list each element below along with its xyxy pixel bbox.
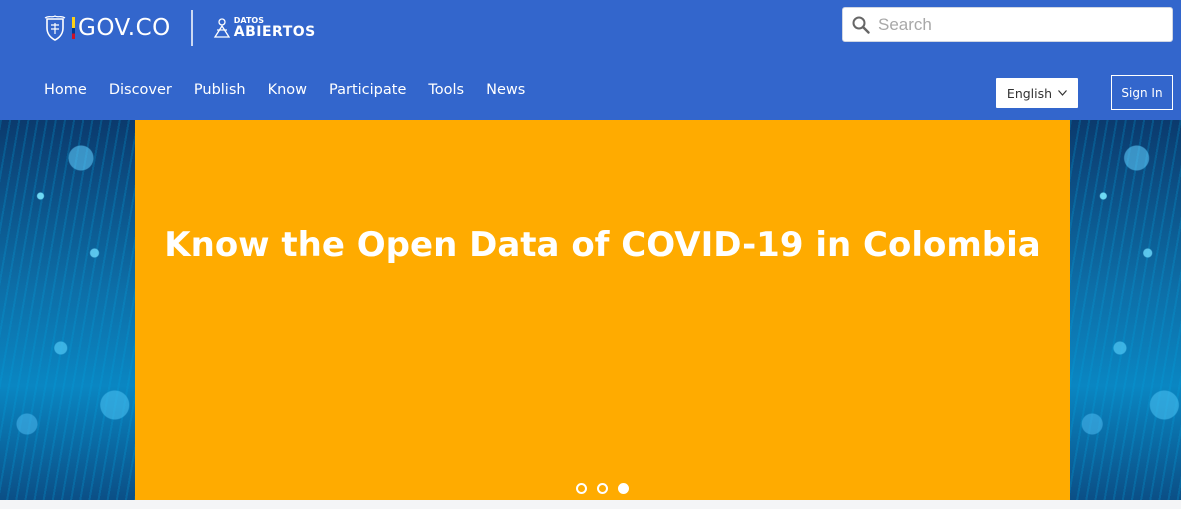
hero-background-left — [0, 120, 135, 500]
hero-slide[interactable]: Know the Open Data of COVID-19 in Colomb… — [135, 120, 1070, 500]
nav-item-know[interactable]: Know — [268, 82, 307, 98]
sign-in-button[interactable]: Sign In — [1111, 75, 1173, 110]
nav-item-participate[interactable]: Participate — [329, 82, 406, 98]
datos-abiertos-logo[interactable]: DATOS ABIERTOS — [233, 17, 316, 40]
colombia-coat-of-arms-icon — [44, 15, 66, 41]
chevron-down-icon — [1058, 90, 1068, 96]
carousel-indicators — [576, 483, 639, 494]
brand-divider — [190, 10, 193, 46]
nav-item-publish[interactable]: Publish — [194, 82, 246, 98]
carousel-dot-1[interactable] — [576, 483, 587, 494]
hero-title: Know the Open Data of COVID-19 in Colomb… — [164, 225, 1041, 265]
nav-item-tools[interactable]: Tools — [428, 82, 464, 98]
hero-background-right — [1070, 120, 1181, 500]
site-header: GOV.CO DATOS ABIERTOS Home Discover Publ… — [0, 0, 1181, 120]
language-selected-label: English — [1006, 85, 1053, 101]
hero-carousel: Know the Open Data of COVID-19 in Colomb… — [0, 120, 1181, 500]
search-icon[interactable] — [852, 16, 870, 34]
carousel-dot-2[interactable] — [597, 483, 608, 494]
datos-abiertos-logo-icon — [213, 18, 230, 38]
page-content-strip — [0, 500, 1181, 509]
language-select[interactable]: English — [996, 78, 1078, 108]
colombia-flag-icon — [72, 17, 75, 39]
main-nav: Home Discover Publish Know Participate T… — [44, 82, 547, 98]
brand-area: GOV.CO DATOS ABIERTOS — [44, 10, 316, 46]
nav-item-news[interactable]: News — [486, 82, 525, 98]
datos-logo-big-text: ABIERTOS — [233, 24, 316, 40]
nav-item-discover[interactable]: Discover — [109, 82, 172, 98]
carousel-dot-3[interactable] — [618, 483, 629, 494]
govco-logo-text[interactable]: GOV.CO — [78, 15, 171, 41]
search-box — [842, 7, 1173, 42]
nav-item-home[interactable]: Home — [44, 82, 87, 98]
search-input[interactable] — [878, 14, 1158, 35]
